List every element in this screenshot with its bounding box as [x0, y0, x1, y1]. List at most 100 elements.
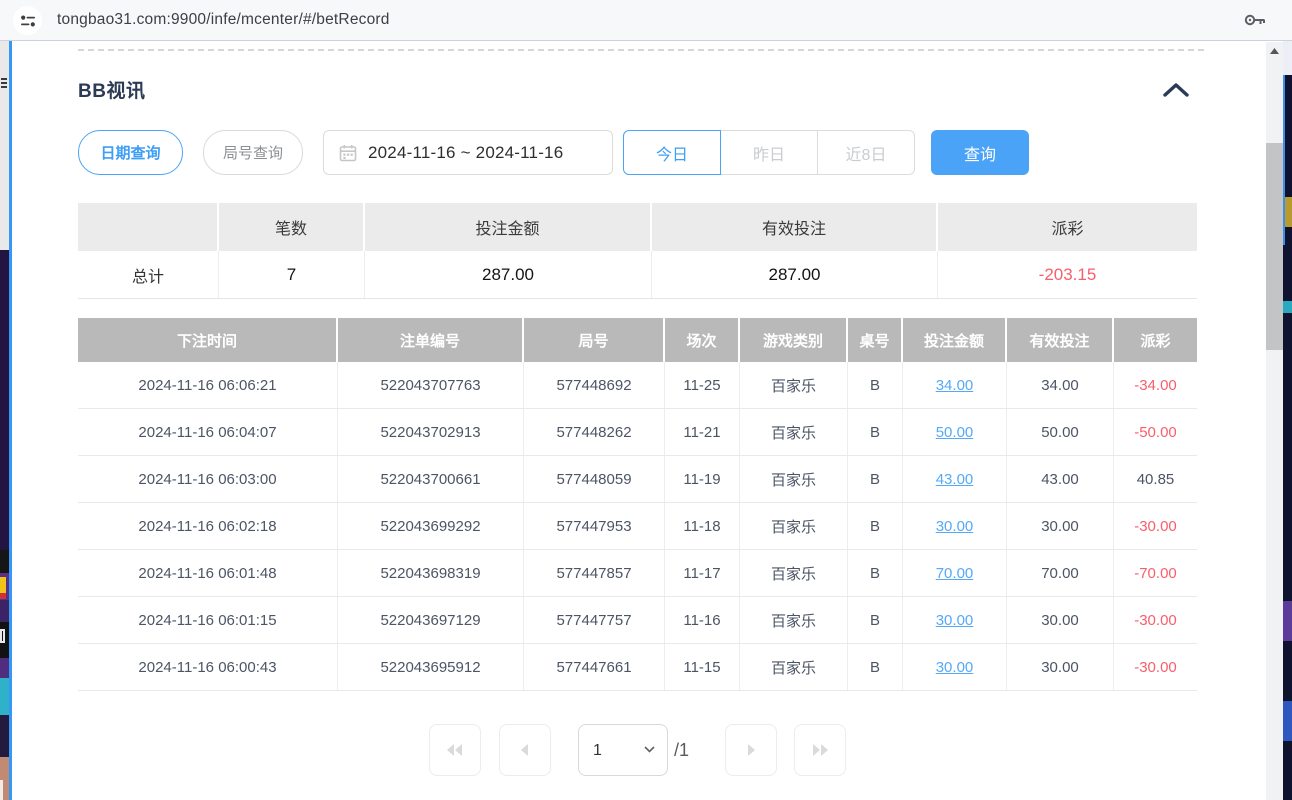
- summary-header-payout: 派彩: [938, 203, 1197, 251]
- date-query-label: 日期查询: [100, 142, 160, 163]
- summary-payout-value: -203.15: [938, 251, 1197, 298]
- background-page-fragment-left: [0, 41, 9, 800]
- summary-header-row: 笔数 投注金额 有效投注 派彩: [78, 203, 1197, 251]
- cell-game-type: 百家乐: [740, 362, 848, 408]
- table-row: 2024-11-16 06:01:15 522043697129 5774477…: [78, 597, 1197, 644]
- cell-table-no: B: [848, 456, 903, 502]
- cell-table-no: B: [848, 362, 903, 408]
- cell-valid-bet: 30.00: [1007, 644, 1114, 690]
- cell-round-no: 577447757: [524, 597, 665, 643]
- summary-bet-amount-value: 287.00: [365, 251, 652, 298]
- header-table-no: 桌号: [848, 318, 903, 362]
- summary-total-row: 总计 7 287.00 287.00 -203.15: [78, 251, 1197, 299]
- header-payout: 派彩: [1114, 318, 1197, 362]
- today-label: 今日: [656, 141, 688, 165]
- scroll-up-arrow-icon: [1270, 48, 1279, 54]
- quick-date-button-group: 今日 昨日 近8日: [623, 130, 915, 175]
- cell-order-no: 522043707763: [338, 362, 524, 408]
- cell-payout: -70.00: [1114, 550, 1197, 596]
- cell-session: 11-15: [665, 644, 740, 690]
- collapse-section-button[interactable]: [1160, 79, 1192, 101]
- cell-round-no: 577448262: [524, 409, 665, 455]
- scrollbar[interactable]: [1266, 42, 1283, 800]
- page-total-label: /1: [674, 724, 689, 776]
- cell-valid-bet: 70.00: [1007, 550, 1114, 596]
- cell-bet-time: 2024-11-16 06:00:43: [78, 644, 338, 690]
- cell-payout: -30.00: [1114, 597, 1197, 643]
- round-query-label: 局号查询: [223, 142, 283, 163]
- cell-round-no: 577448059: [524, 456, 665, 502]
- bet-record-panel: BB视讯 日期查询 局号查询 2024-11-16 ~ 2024: [12, 41, 1266, 800]
- pagination: 1 /1: [78, 724, 1197, 776]
- password-key-button[interactable]: [1243, 10, 1267, 30]
- date-range-picker[interactable]: 2024-11-16 ~ 2024-11-16: [323, 130, 613, 175]
- last-8-days-button[interactable]: 近8日: [817, 130, 915, 175]
- cell-game-type: 百家乐: [740, 550, 848, 596]
- cell-order-no: 522043697129: [338, 597, 524, 643]
- bet-amount-link[interactable]: 30.00: [936, 659, 974, 676]
- header-bet-time: 下注时间: [78, 318, 338, 362]
- table-row: 2024-11-16 06:02:18 522043699292 5774479…: [78, 503, 1197, 550]
- last-8-days-label: 近8日: [846, 141, 887, 165]
- header-game-type: 游戏类别: [740, 318, 848, 362]
- first-page-button[interactable]: [429, 724, 481, 776]
- cell-payout: -30.00: [1114, 644, 1197, 690]
- browser-url[interactable]: tongbao31.com:9900/infe/mcenter/#/betRec…: [57, 0, 390, 40]
- cell-table-no: B: [848, 597, 903, 643]
- next-page-button[interactable]: [725, 724, 777, 776]
- bet-amount-link[interactable]: 30.00: [936, 518, 974, 535]
- bet-amount-link[interactable]: 30.00: [936, 612, 974, 629]
- address-bar: tongbao31.com:9900/infe/mcenter/#/betRec…: [0, 0, 1292, 41]
- right-triangle-icon: [744, 743, 758, 757]
- cell-order-no: 522043699292: [338, 503, 524, 549]
- last-page-button[interactable]: [794, 724, 846, 776]
- summary-valid-bet-value: 287.00: [652, 251, 938, 298]
- cell-game-type: 百家乐: [740, 644, 848, 690]
- bet-amount-link[interactable]: 34.00: [936, 377, 974, 394]
- background-page-fragment-right: [1283, 41, 1292, 800]
- cell-round-no: 577448692: [524, 362, 665, 408]
- date-range-value: 2024-11-16 ~ 2024-11-16: [368, 143, 563, 163]
- bet-amount-link[interactable]: 70.00: [936, 565, 974, 582]
- summary-total-label: 总计: [78, 251, 219, 298]
- bet-amount-link[interactable]: 43.00: [936, 471, 974, 488]
- search-button[interactable]: 查询: [931, 130, 1029, 175]
- scrollbar-thumb[interactable]: [1266, 143, 1283, 350]
- chevron-up-icon: [1162, 82, 1190, 98]
- today-button[interactable]: 今日: [623, 130, 721, 175]
- cell-game-type: 百家乐: [740, 503, 848, 549]
- yesterday-button[interactable]: 昨日: [720, 130, 818, 175]
- tune-icon: [19, 12, 37, 30]
- cell-bet-time: 2024-11-16 06:01:15: [78, 597, 338, 643]
- yesterday-label: 昨日: [753, 141, 785, 165]
- header-session: 场次: [665, 318, 740, 362]
- site-info-button[interactable]: [13, 6, 42, 35]
- cell-session: 11-21: [665, 409, 740, 455]
- cell-payout: -34.00: [1114, 362, 1197, 408]
- date-query-tab[interactable]: 日期查询: [78, 130, 183, 175]
- double-right-triangle-icon: [811, 743, 829, 757]
- cell-session: 11-19: [665, 456, 740, 502]
- cell-table-no: B: [848, 550, 903, 596]
- table-row: 2024-11-16 06:00:43 522043695912 5774476…: [78, 644, 1197, 691]
- table-row: 2024-11-16 06:06:21 522043707763 5774486…: [78, 362, 1197, 409]
- bet-amount-link[interactable]: 50.00: [936, 424, 974, 441]
- cell-order-no: 522043698319: [338, 550, 524, 596]
- summary-header-count: 笔数: [219, 203, 365, 251]
- cell-game-type: 百家乐: [740, 409, 848, 455]
- page-select[interactable]: 1: [578, 724, 668, 776]
- cell-session: 11-17: [665, 550, 740, 596]
- cell-valid-bet: 50.00: [1007, 409, 1114, 455]
- cell-payout: -50.00: [1114, 409, 1197, 455]
- cell-table-no: B: [848, 644, 903, 690]
- calendar-icon: [339, 144, 357, 162]
- scrollbar-up-button[interactable]: [1266, 42, 1283, 59]
- cell-game-type: 百家乐: [740, 456, 848, 502]
- section-divider-dashed: [78, 49, 1204, 51]
- cell-valid-bet: 34.00: [1007, 362, 1114, 408]
- header-round-no: 局号: [524, 318, 665, 362]
- round-query-tab[interactable]: 局号查询: [203, 130, 303, 175]
- previous-page-button[interactable]: [499, 724, 551, 776]
- summary-table: 笔数 投注金额 有效投注 派彩 总计 7 287.00 287.00 -203.…: [78, 203, 1197, 299]
- table-row: 2024-11-16 06:04:07 522043702913 5774482…: [78, 409, 1197, 456]
